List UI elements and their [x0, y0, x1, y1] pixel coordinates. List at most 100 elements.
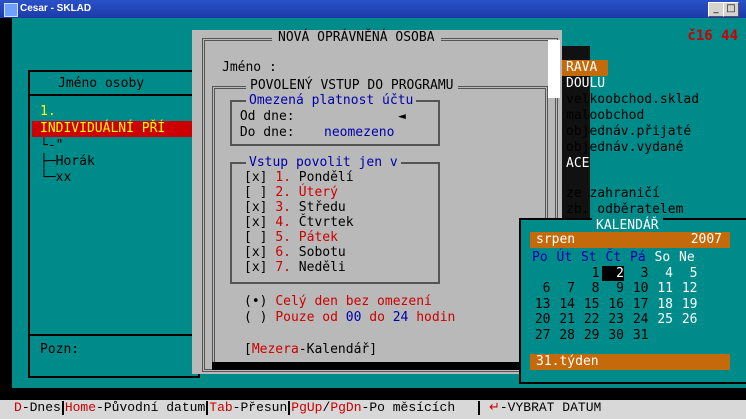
tree-item-selected: INDIVIDUÁLNÍ PŘÍ: [40, 121, 166, 136]
menu-item[interactable]: maloobchod: [566, 108, 644, 123]
day-row-sunday[interactable]: [x] 7. Neděli: [244, 260, 346, 275]
menu-item[interactable]: RAVA: [566, 60, 597, 75]
calendar-day[interactable]: 16: [602, 297, 624, 312]
calendar-day[interactable]: 19: [675, 297, 698, 312]
calendar-day[interactable]: 30: [602, 328, 624, 343]
menu-item[interactable]: velkoobchod.sklad: [566, 92, 699, 107]
weekday-header: Čt: [605, 250, 622, 265]
calendar-day[interactable]: 23: [602, 312, 624, 327]
calendar-day[interactable]: 14: [553, 297, 575, 312]
separator: [478, 400, 481, 415]
key-home-label: -Původní datum: [96, 400, 206, 415]
day-row-monday[interactable]: [x] 1. Pondělí: [244, 170, 354, 185]
calendar-day[interactable]: 28: [553, 328, 575, 343]
calendar-day[interactable]: 31: [626, 328, 649, 343]
calendar-day-selected[interactable]: 2: [601, 265, 624, 281]
to-label: DDo dne:: [239, 125, 295, 140]
menu-item[interactable]: ACE: [566, 156, 589, 171]
menu-item[interactable]: ze zahraničí: [566, 186, 660, 201]
calendar-day[interactable]: 21: [553, 312, 575, 327]
tree-selected-row[interactable]: INDIVIDUÁLNÍ PŘÍ: [32, 121, 196, 137]
option-whole-day[interactable]: (•) Celý den bez omezení: [244, 294, 432, 309]
key-tab[interactable]: Tab: [209, 400, 232, 415]
calendar-day[interactable]: 15: [577, 297, 600, 312]
menu-item[interactable]: objednáv.vydané: [566, 140, 683, 155]
calendar-day[interactable]: 29: [577, 328, 600, 343]
key-enter-label: -VYBRAT DATUM: [499, 400, 602, 415]
maximize-icon[interactable]: □: [723, 2, 739, 17]
day-row-saturday[interactable]: [x] 6. Sobotu: [244, 245, 346, 260]
calendar-day[interactable]: 22: [577, 312, 600, 327]
separator: [61, 400, 64, 415]
calendar-day[interactable]: 4: [651, 266, 673, 281]
menu-item[interactable]: DOULU: [566, 76, 605, 91]
calendar-day[interactable]: 18: [651, 297, 673, 312]
divider: [28, 94, 198, 96]
note-label: Pozn:: [40, 342, 80, 357]
enter-icon[interactable]: ↵: [489, 400, 500, 415]
minimize-icon[interactable]: _: [708, 2, 724, 17]
separator: [206, 400, 209, 415]
calendar-hint[interactable]: [Mezera-Kalendář]: [242, 342, 380, 357]
calendar-day[interactable]: 26: [675, 312, 698, 327]
weekday-header: So: [654, 250, 671, 265]
divider: [28, 334, 198, 336]
tree-item[interactable]: └─xx: [40, 170, 71, 185]
app-icon: [4, 3, 18, 17]
window-title-bar: Cesar - SKLAD _ □: [0, 0, 746, 18]
calendar-day[interactable]: 8: [577, 281, 600, 296]
menu-item[interactable]: objednáv.přijaté: [566, 124, 691, 139]
calendar-day[interactable]: 13: [528, 297, 551, 312]
calendar-week-bar: 31.týden: [530, 354, 730, 370]
key-pgdn[interactable]: PgDn: [330, 400, 361, 415]
tree-item[interactable]: 1.: [40, 104, 56, 119]
calendar-day[interactable]: 12: [675, 281, 698, 296]
day-row-wednesday[interactable]: [x] 3. Středu: [244, 200, 346, 215]
calendar-day[interactable]: 5: [675, 266, 698, 281]
weekday-header: Pá: [630, 250, 646, 265]
key-pg-label: -Po měsících: [361, 400, 456, 415]
validity-title: Omezená platnost účtu: [246, 93, 417, 108]
calendar-day[interactable]: 17: [626, 297, 649, 312]
day-row-friday[interactable]: [ ] 5. Pátek: [244, 230, 338, 245]
calendar-day[interactable]: 3: [626, 266, 649, 281]
calendar-year: 2007: [690, 232, 722, 247]
calendar-day[interactable]: 10: [626, 281, 649, 296]
tree-item[interactable]: └-": [40, 138, 63, 153]
dialog-shadow: [212, 362, 552, 370]
to-value[interactable]: neomezeno: [324, 125, 394, 140]
key-help-bar: D-Dnes Home-Původní datum Tab-Přesun PgUp/P…: [0, 400, 746, 419]
window-title: Cesar - SKLAD: [20, 3, 92, 14]
calendar-title: KALENDÁŘ: [592, 218, 663, 233]
calendar-day[interactable]: 20: [528, 312, 551, 327]
menu-item[interactable]: zb. odběratelem: [566, 202, 683, 217]
day-row-tuesday[interactable]: [ ] 2. Úterý: [244, 185, 338, 200]
key-tab-label: -Přesun: [232, 400, 288, 415]
calendar-day[interactable]: 27: [528, 328, 551, 343]
calendar-day[interactable]: 25: [651, 312, 673, 327]
weekday-header: Ne: [679, 250, 695, 265]
calendar-day[interactable]: 7: [553, 281, 575, 296]
separator: [288, 400, 291, 415]
from-value[interactable]: ◄: [398, 109, 406, 124]
option-time-range[interactable]: ( ) Pouze od 00 do 24 hodin: [244, 310, 455, 325]
calendar-day[interactable]: 9: [602, 281, 624, 296]
calendar-month: srpen: [536, 232, 576, 247]
from-label: OOd dne:: [239, 109, 295, 124]
calendar-day[interactable]: 24: [626, 312, 649, 327]
key-home[interactable]: Home: [65, 400, 96, 415]
clock: č16 44: [687, 28, 738, 44]
key-d[interactable]: D: [14, 400, 22, 415]
calendar-day[interactable]: 6: [528, 281, 551, 296]
calendar-day[interactable]: 11: [651, 281, 673, 296]
name-field-edge[interactable]: [548, 40, 560, 98]
tree-item[interactable]: ├─Horák: [40, 154, 95, 169]
calendar-week-label: 31.týden: [536, 354, 599, 369]
key-pgup[interactable]: PgUp: [291, 400, 322, 415]
weekday-header: Út: [556, 250, 573, 265]
calendar-month-bar[interactable]: srpen 2007: [530, 232, 730, 248]
persons-header: Jméno osoby: [58, 76, 145, 91]
weekday-header: St: [581, 250, 597, 265]
calendar-day[interactable]: 1: [577, 266, 600, 281]
day-row-thursday[interactable]: [x] 4. Čtvrtek: [244, 215, 354, 230]
